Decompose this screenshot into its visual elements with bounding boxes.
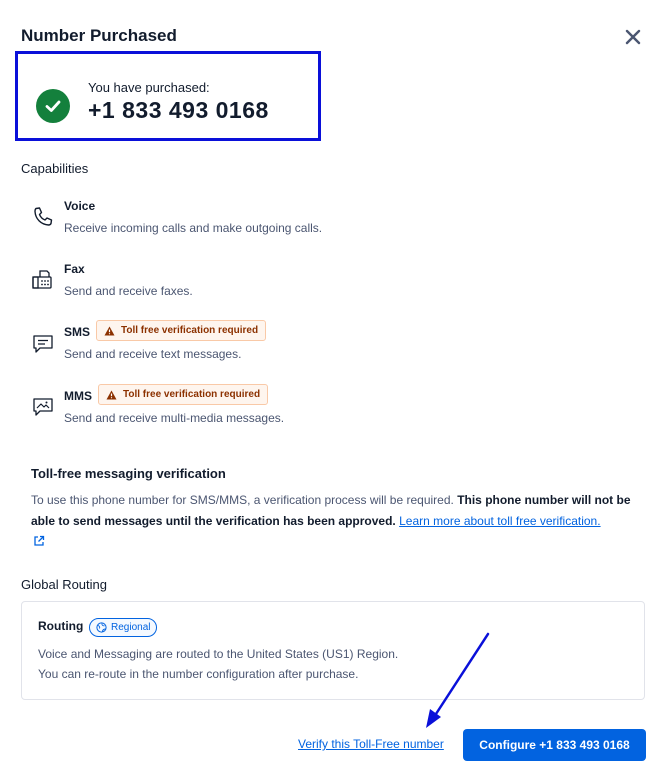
check-circle-icon: [36, 89, 70, 123]
modal-title: Number Purchased: [21, 26, 177, 45]
mms-icon: [33, 398, 53, 416]
capability-desc-mms: Send and receive multi-media messages.: [64, 411, 285, 425]
external-link-icon[interactable]: [33, 535, 45, 547]
mms-warning-text: Toll free verification required: [123, 389, 261, 400]
sms-icon: [33, 335, 53, 353]
purchased-number: +1 833 493 0168: [88, 97, 269, 123]
verify-tollfree-link[interactable]: Verify this Toll-Free number: [298, 737, 444, 751]
purchased-label: You have purchased:: [88, 80, 210, 95]
sms-warning-badge: Toll free verification required: [96, 320, 267, 341]
globe-icon: [96, 622, 107, 633]
regional-pill: Regional: [89, 618, 158, 637]
routing-label: Routing: [38, 619, 84, 633]
tollfree-title: Toll-free messaging verification: [31, 466, 226, 481]
close-icon[interactable]: [622, 26, 644, 48]
warning-icon: [104, 326, 115, 335]
capabilities-title: Capabilities: [21, 161, 89, 176]
configure-number-button[interactable]: Configure +1 833 493 0168: [463, 729, 646, 761]
tollfree-body: To use this phone number for SMS/MMS, a …: [31, 490, 631, 532]
global-routing-title: Global Routing: [21, 577, 107, 592]
fax-icon: [32, 270, 52, 289]
sms-warning-text: Toll free verification required: [121, 325, 259, 336]
regional-pill-text: Regional: [111, 622, 151, 633]
tollfree-learn-more-link[interactable]: Learn more about toll free verification.: [399, 514, 600, 528]
phone-icon: [34, 207, 53, 226]
routing-line-2: You can re-route in the number configura…: [38, 667, 359, 681]
routing-line-1: Voice and Messaging are routed to the Un…: [38, 647, 399, 661]
capability-name-mms: MMS: [64, 389, 92, 403]
mms-warning-badge: Toll free verification required: [98, 384, 269, 405]
capability-name-sms: SMS: [64, 325, 91, 339]
capability-desc-voice: Receive incoming calls and make outgoing…: [64, 221, 323, 235]
close-button[interactable]: [622, 26, 644, 48]
capability-name-fax: Fax: [64, 262, 85, 276]
capability-name-voice: Voice: [64, 199, 96, 213]
tollfree-body-text: To use this phone number for SMS/MMS, a …: [31, 493, 458, 507]
warning-icon: [106, 390, 117, 399]
capability-desc-sms: Send and receive text messages.: [64, 347, 242, 361]
capability-desc-fax: Send and receive faxes.: [64, 284, 193, 298]
